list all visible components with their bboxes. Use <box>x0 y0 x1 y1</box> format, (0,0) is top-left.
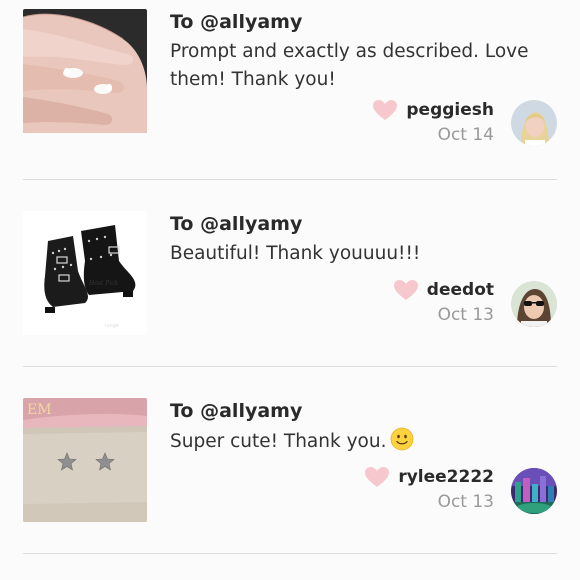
hand-with-bird-rings-photo[interactable] <box>23 9 147 133</box>
divider <box>23 179 557 180</box>
host-pick-caption: Host Pick <box>88 280 119 287</box>
slightly-smiling-face-emoji <box>391 427 414 451</box>
review-meta: deedot Oct 13 <box>393 279 494 325</box>
username[interactable]: deedot <box>427 280 494 300</box>
review-meta: peggiesh Oct 14 <box>372 99 494 145</box>
review-date: Oct 14 <box>437 125 494 145</box>
review-item: To @allyamy Prompt and exactly as descri… <box>0 9 580 169</box>
review-text-content: Super cute! Thank you. <box>170 431 387 452</box>
review-item: EM To @allyamy Super cute! Thank you. ry… <box>0 398 580 558</box>
svg-text:EM: EM <box>27 402 52 418</box>
review-text: Prompt and exactly as described. Love th… <box>170 41 529 90</box>
recipient-label[interactable]: To @allyamy <box>170 213 302 235</box>
review-feed: To @allyamy Prompt and exactly as descri… <box>0 0 580 580</box>
review-item: Host Pick lunge To @allyamy Beautiful! T… <box>0 211 580 371</box>
recipient-label[interactable]: To @allyamy <box>170 11 302 33</box>
recipient-label[interactable]: To @allyamy <box>170 400 302 422</box>
svg-text:lunge: lunge <box>105 323 119 329</box>
divider <box>23 366 557 367</box>
username[interactable]: rylee2222 <box>398 467 494 487</box>
divider <box>23 553 557 554</box>
review-text: Super cute! Thank you. <box>170 427 550 456</box>
username[interactable]: peggiesh <box>406 100 494 120</box>
star-stud-earrings-photo[interactable]: EM <box>23 398 147 522</box>
sunglasses-woman-avatar[interactable] <box>511 281 557 327</box>
heart-icon[interactable] <box>393 279 419 301</box>
review-text: Beautiful! Thank youuuu!!! <box>170 243 421 264</box>
review-date: Oct 13 <box>437 492 494 512</box>
review-meta: rylee2222 Oct 13 <box>364 466 494 512</box>
review-date: Oct 13 <box>437 305 494 325</box>
blonde-woman-avatar[interactable] <box>511 100 557 146</box>
heart-icon[interactable] <box>372 99 398 121</box>
black-studded-boots-photo[interactable]: Host Pick lunge <box>23 211 147 335</box>
heart-icon[interactable] <box>364 466 390 488</box>
city-night-avatar[interactable] <box>511 468 557 514</box>
